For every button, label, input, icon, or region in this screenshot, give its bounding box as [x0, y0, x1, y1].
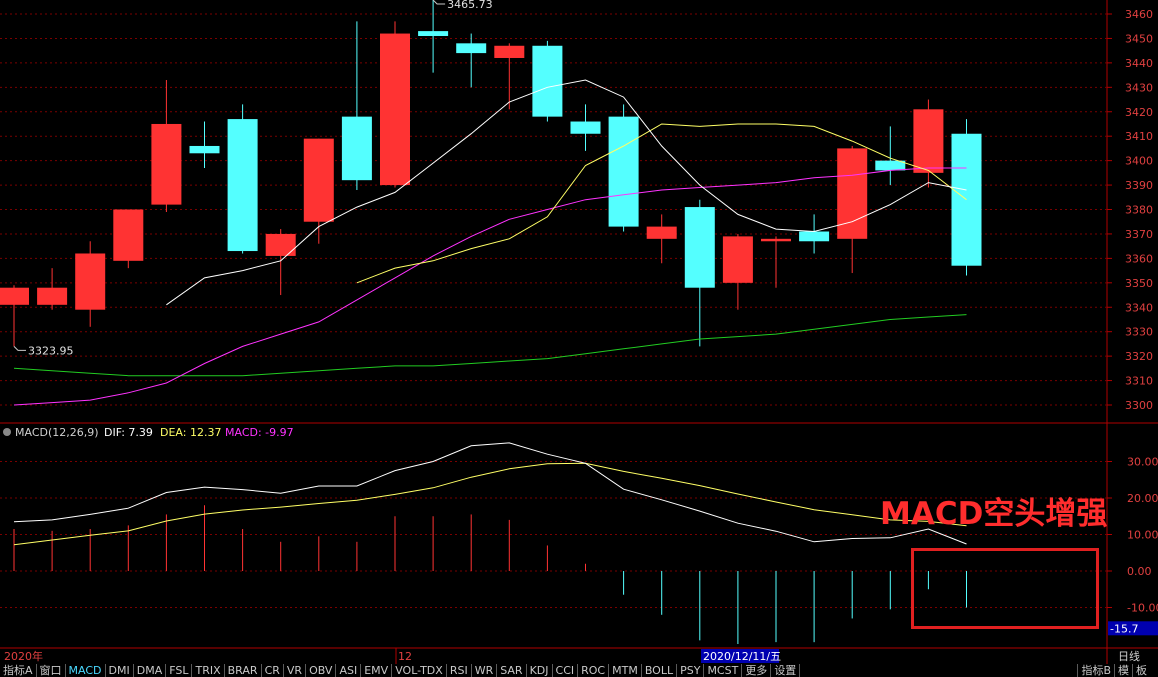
macd-tick-label: -10.00	[1127, 602, 1158, 615]
price-tick-label: 3310	[1125, 375, 1153, 388]
indicator-tab[interactable]: CR	[262, 664, 284, 677]
annotation-highlight-box	[911, 548, 1099, 629]
candle-body	[646, 226, 677, 239]
indicator-tab[interactable]: ROC	[578, 664, 610, 677]
price-tick-label: 3360	[1125, 252, 1153, 265]
candle-body	[951, 133, 982, 266]
indicator-tab[interactable]: TRIX	[192, 664, 225, 677]
indicator-tab[interactable]: 更多	[742, 664, 772, 677]
price-tick-label: 3460	[1125, 8, 1153, 21]
candle-body	[761, 238, 791, 242]
macd-title: MACD(12,26,9)	[15, 426, 99, 439]
price-tick-label: 3320	[1125, 350, 1153, 363]
indicator-tab[interactable]: WR	[472, 664, 498, 677]
low-price-label: 3323.95	[28, 344, 74, 357]
indicator-tab[interactable]: 设置	[771, 664, 801, 677]
candle-body	[341, 116, 372, 181]
candle-body	[189, 145, 220, 154]
toolbar-right-tab[interactable]: 指标B	[1077, 664, 1114, 677]
candle-body	[456, 43, 487, 54]
macd-settings-icon	[3, 428, 11, 436]
candle-body	[799, 231, 830, 242]
period-label: 日线	[1118, 649, 1140, 663]
macd-tick-label: 20.00	[1127, 492, 1158, 505]
price-tick-label: 3400	[1125, 155, 1153, 168]
indicator-tab[interactable]: VR	[284, 664, 307, 677]
indicator-tab[interactable]: BRAR	[225, 664, 262, 677]
candle-body	[570, 121, 601, 134]
price-tick-label: 3440	[1125, 57, 1153, 70]
candle-body	[418, 31, 449, 36]
date-label-mid: 12	[398, 650, 412, 663]
candle-body	[151, 123, 182, 205]
candle-body	[722, 236, 753, 283]
indicator-tab[interactable]: VOL-TDX	[392, 664, 447, 677]
candle-body	[837, 148, 868, 239]
indicator-tab[interactable]: MTM	[609, 664, 642, 677]
indicator-tab[interactable]: DMI	[106, 664, 134, 677]
indicator-tab[interactable]: CCI	[553, 664, 579, 677]
high-price-label: 3465.73	[447, 0, 493, 11]
candle-body	[0, 287, 29, 305]
macd-tick-label: 30.00	[1127, 456, 1158, 469]
candle-body	[37, 287, 68, 305]
current-date-label: 2020/12/11/五	[703, 650, 781, 663]
toolbar-right-tab[interactable]: 模	[1114, 664, 1132, 677]
candle-body	[380, 33, 410, 186]
macd-bearish-annotation: MACD空头增强	[880, 496, 1108, 532]
indicator-tab[interactable]: DMA	[134, 664, 167, 677]
indicator-tab[interactable]: FSL	[166, 664, 193, 677]
candle-body	[684, 207, 715, 288]
price-tick-label: 3380	[1125, 204, 1153, 217]
price-tick-label: 3430	[1125, 81, 1153, 94]
indicator-tab[interactable]: SAR	[497, 664, 527, 677]
indicator-toolbar: 指标A 窗口 MACD DMI DMA FSL TRIX BRAR CR VR OBV ASI EMV V…	[0, 664, 1158, 677]
candle-body	[494, 45, 525, 58]
macd-value-label: MACD: -9.97	[225, 426, 294, 439]
indicator-tab[interactable]: MCST	[704, 664, 743, 677]
toolbar-right: 指标B 模板	[1077, 664, 1150, 677]
price-tick-label: 3450	[1125, 32, 1153, 45]
indicator-tab[interactable]: 指标A	[0, 664, 37, 677]
candle-body	[75, 253, 106, 310]
indicator-tab[interactable]: RSI	[447, 664, 472, 677]
toolbar-right-tab[interactable]: 板	[1132, 664, 1150, 677]
candle-body	[913, 109, 944, 173]
price-tick-label: 3370	[1125, 228, 1153, 241]
indicator-tab[interactable]: 窗口	[37, 664, 66, 677]
macd-tick-label: 10.00	[1127, 529, 1158, 542]
candle-body	[875, 160, 906, 171]
candle-body	[227, 119, 258, 252]
candle-body	[532, 45, 563, 117]
price-tick-label: 3350	[1125, 277, 1153, 290]
price-tick-label: 3390	[1125, 179, 1153, 192]
indicator-tab[interactable]: ASI	[336, 664, 362, 677]
candle-body	[303, 138, 334, 222]
candle-body	[113, 209, 144, 261]
indicator-tab[interactable]: KDJ	[527, 664, 553, 677]
macd-tick-label: 0.00	[1127, 565, 1152, 578]
current-macd-value: -15.7	[1110, 622, 1138, 635]
candle-body	[265, 233, 296, 256]
indicator-tab[interactable]: OBV	[306, 664, 337, 677]
dea-label: DEA: 12.37	[160, 426, 221, 439]
candle-body	[608, 116, 639, 227]
price-tick-label: 3420	[1125, 106, 1153, 119]
dif-label: DIF: 7.39	[104, 426, 153, 439]
indicator-tab[interactable]: PSY	[677, 664, 705, 677]
price-tick-label: 3330	[1125, 326, 1153, 339]
indicator-tab[interactable]: MACD	[66, 664, 106, 677]
date-label-start: 2020年	[4, 649, 43, 663]
price-tick-label: 3340	[1125, 301, 1153, 314]
indicator-tab[interactable]: EMV	[361, 664, 393, 677]
indicator-tab[interactable]: BOLL	[642, 664, 678, 677]
price-tick-label: 3410	[1125, 130, 1153, 143]
price-tick-label: 3300	[1125, 399, 1153, 412]
